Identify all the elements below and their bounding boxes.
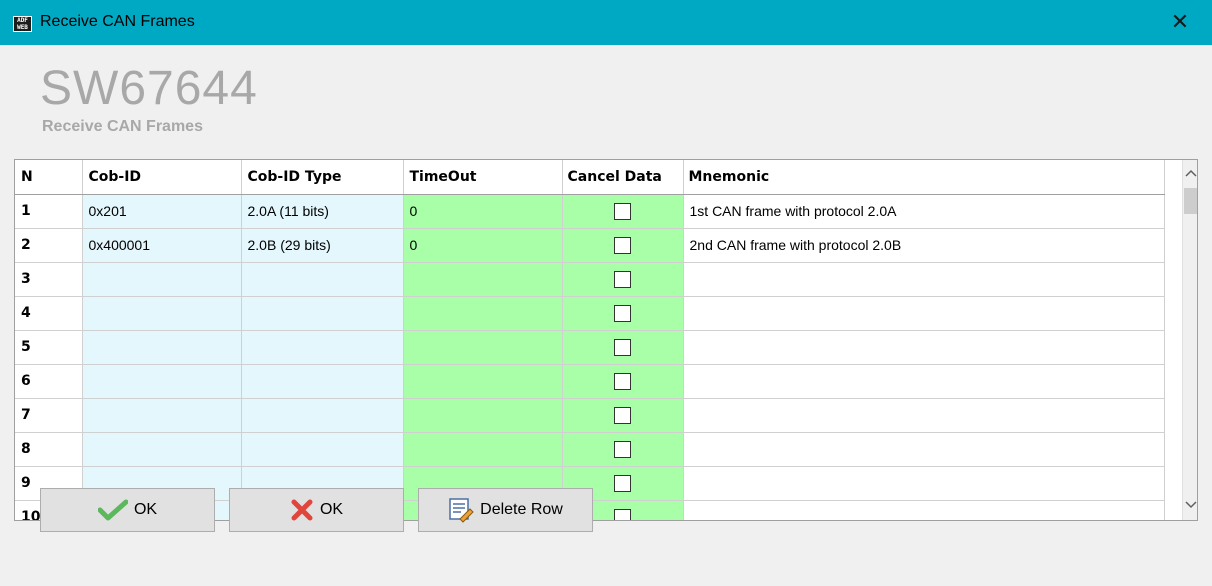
delete-row-button[interactable]: Delete Row	[418, 488, 593, 532]
mnemonic-cell[interactable]	[683, 466, 1165, 501]
row-number-cell[interactable]: 1	[15, 194, 83, 229]
cancel-data-checkbox[interactable]	[614, 202, 631, 220]
scroll-down-icon[interactable]	[1183, 496, 1197, 514]
cob-id-cell[interactable]	[82, 330, 242, 365]
mnemonic-cell[interactable]	[683, 364, 1165, 399]
cob-id-cell[interactable]: 0x400001	[82, 228, 242, 263]
cob-id-type-cell[interactable]	[241, 364, 404, 399]
col-header-cob-id-type[interactable]: Cob-ID Type	[241, 160, 404, 195]
timeout-cell[interactable]: 0	[403, 194, 563, 229]
cob-id-cell[interactable]	[82, 364, 242, 399]
table-row: 5	[15, 330, 1165, 365]
row-number-cell[interactable]: 5	[15, 330, 83, 365]
vertical-scrollbar[interactable]	[1182, 160, 1197, 520]
cob-id-type-cell[interactable]	[241, 398, 404, 433]
row-number-cell[interactable]: 4	[15, 296, 83, 331]
cob-id-type-cell[interactable]	[241, 330, 404, 365]
cancel-data-checkbox[interactable]	[614, 508, 631, 520]
col-header-n[interactable]: N	[15, 160, 83, 195]
col-header-mnemonic[interactable]: Mnemonic	[683, 160, 1165, 195]
mnemonic-cell[interactable]	[683, 330, 1165, 365]
scroll-up-icon[interactable]	[1183, 166, 1197, 184]
cob-id-cell[interactable]	[82, 432, 242, 467]
window-title: Receive CAN Frames	[40, 13, 195, 30]
cancel-data-cell	[562, 228, 684, 263]
row-number-cell[interactable]: 6	[15, 364, 83, 399]
timeout-cell[interactable]	[403, 364, 563, 399]
cob-id-cell[interactable]	[82, 398, 242, 433]
title-bar: ADF WEB Receive CAN Frames ✕	[0, 0, 1212, 45]
cancel-button[interactable]: OK	[229, 488, 404, 532]
cancel-data-cell	[562, 262, 684, 297]
close-icon: ✕	[1170, 10, 1190, 35]
cancel-data-checkbox[interactable]	[614, 406, 631, 424]
timeout-cell[interactable]: 0	[403, 228, 563, 263]
mnemonic-cell[interactable]	[683, 432, 1165, 467]
row-number-cell[interactable]: 2	[15, 228, 83, 263]
cancel-data-cell	[562, 194, 684, 229]
col-header-cancel-data[interactable]: Cancel Data	[562, 160, 684, 195]
timeout-cell[interactable]	[403, 296, 563, 331]
row-number-cell[interactable]: 3	[15, 262, 83, 297]
cancel-data-checkbox[interactable]	[614, 270, 631, 288]
cob-id-type-cell[interactable]	[241, 296, 404, 331]
cancel-data-checkbox[interactable]	[614, 338, 631, 356]
row-number-cell[interactable]: 8	[15, 432, 83, 467]
product-code: SW67644	[40, 62, 258, 115]
table-header-row: N Cob-ID Cob-ID Type TimeOut Cancel Data…	[15, 160, 1165, 195]
table-row: 2 0x400001 2.0B (29 bits) 0 2nd CAN frame wi…	[15, 228, 1165, 263]
mnemonic-cell[interactable]	[683, 500, 1165, 520]
cancel-data-cell	[562, 364, 684, 399]
green-check-icon	[97, 499, 128, 521]
red-x-icon	[291, 499, 313, 521]
ok-button[interactable]: OK	[40, 488, 215, 532]
mnemonic-cell[interactable]	[683, 398, 1165, 433]
app-icon: ADF WEB	[13, 16, 32, 32]
cob-id-type-cell[interactable]: 2.0A (11 bits)	[241, 194, 404, 229]
mnemonic-cell[interactable]: 2nd CAN frame with protocol 2.0B	[683, 228, 1165, 263]
scroll-thumb[interactable]	[1184, 188, 1197, 214]
timeout-cell[interactable]	[403, 398, 563, 433]
timeout-cell[interactable]	[403, 262, 563, 297]
col-header-cob-id[interactable]: Cob-ID	[82, 160, 242, 195]
cob-id-type-cell[interactable]	[241, 432, 404, 467]
cancel-data-checkbox[interactable]	[614, 440, 631, 458]
mnemonic-cell[interactable]	[683, 262, 1165, 297]
table-row: 3	[15, 262, 1165, 297]
delete-row-icon	[449, 498, 474, 523]
cancel-data-checkbox[interactable]	[614, 372, 631, 390]
cob-id-type-cell[interactable]: 2.0B (29 bits)	[241, 228, 404, 263]
header-area: SW67644 Receive CAN Frames	[0, 45, 1212, 153]
cancel-data-cell	[562, 330, 684, 365]
table-row: 1 0x201 2.0A (11 bits) 0 1st CAN frame with …	[15, 194, 1165, 229]
cancel-data-cell	[562, 432, 684, 467]
frames-table: N Cob-ID Cob-ID Type TimeOut Cancel Data…	[15, 160, 1165, 520]
close-button[interactable]: ✕	[1160, 4, 1200, 42]
table-row: 8	[15, 432, 1165, 467]
mnemonic-cell[interactable]	[683, 296, 1165, 331]
table-row: 6	[15, 364, 1165, 399]
timeout-cell[interactable]	[403, 432, 563, 467]
table-row: 7	[15, 398, 1165, 433]
delete-row-button-label: Delete Row	[480, 501, 563, 518]
cancel-button-label: OK	[319, 501, 344, 518]
cancel-data-checkbox[interactable]	[614, 304, 631, 322]
timeout-cell[interactable]	[403, 330, 563, 365]
mnemonic-cell[interactable]: 1st CAN frame with protocol 2.0A	[683, 194, 1165, 229]
cancel-data-cell	[562, 398, 684, 433]
table-row: 4	[15, 296, 1165, 331]
cancel-data-checkbox[interactable]	[614, 474, 631, 492]
cob-id-cell[interactable]	[82, 296, 242, 331]
cob-id-cell[interactable]	[82, 262, 242, 297]
cob-id-type-cell[interactable]	[241, 262, 404, 297]
product-subtitle: Receive CAN Frames	[42, 118, 203, 135]
cob-id-cell[interactable]: 0x201	[82, 194, 242, 229]
cancel-data-cell	[562, 296, 684, 331]
col-header-timeout[interactable]: TimeOut	[403, 160, 563, 195]
row-number-cell[interactable]: 7	[15, 398, 83, 433]
ok-button-label: OK	[133, 501, 158, 518]
frames-grid: N Cob-ID Cob-ID Type TimeOut Cancel Data…	[14, 159, 1198, 521]
cancel-data-checkbox[interactable]	[614, 236, 631, 254]
